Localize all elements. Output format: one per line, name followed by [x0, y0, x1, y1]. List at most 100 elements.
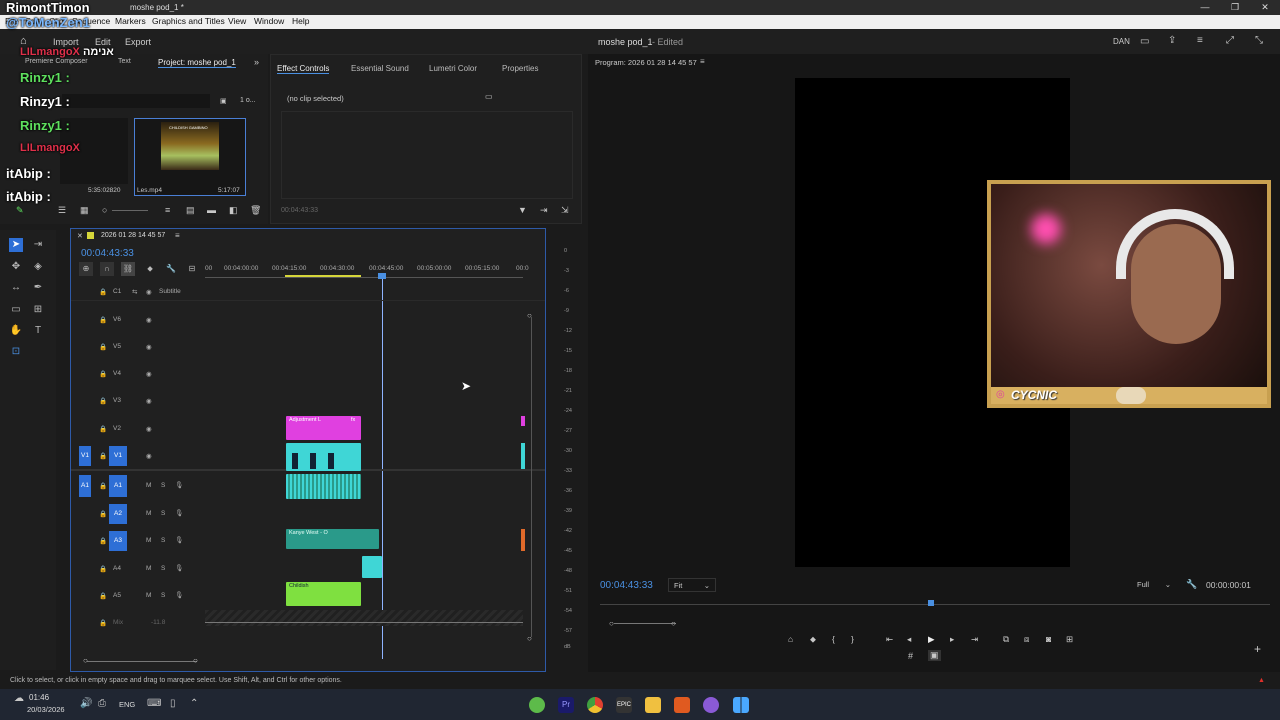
pen-tool-icon[interactable]: ✒ [31, 281, 45, 295]
go-to-in-icon[interactable]: ⇤ [886, 634, 893, 645]
lock-icon[interactable]: 🔒 [99, 482, 107, 490]
linked-selection-icon[interactable]: ⛓ [121, 262, 135, 276]
type-tool-icon[interactable]: T [31, 324, 45, 338]
work-area-bar[interactable] [285, 275, 361, 277]
add-marker-icon[interactable]: ⬥ [143, 262, 157, 276]
mic-icon[interactable]: 🎙 [175, 536, 183, 544]
lift-icon[interactable]: ⌂ [788, 634, 793, 644]
kanye-audio-clip[interactable]: Kanye West - O [286, 529, 379, 549]
track-id-v2[interactable]: V2 [113, 425, 121, 432]
safe-margins-icon[interactable]: # [908, 651, 913, 661]
eye-icon[interactable]: ◉ [146, 288, 152, 296]
solo-icon[interactable]: S [161, 482, 165, 489]
audio-clip-a4[interactable] [362, 556, 382, 578]
solo-icon[interactable]: S [161, 592, 165, 599]
discord-icon[interactable] [703, 697, 719, 713]
weather-icon[interactable]: ☁ [14, 693, 24, 704]
track-id-v5[interactable]: V5 [113, 343, 121, 350]
adjustment-layer-clip[interactable]: Adjustment L fx [286, 416, 361, 440]
audio-clip-a1[interactable] [286, 474, 361, 499]
export-frame-icon[interactable]: ⇥ [540, 205, 548, 216]
volume-icon[interactable]: 🔊 [80, 698, 92, 709]
timeline-timecode[interactable]: 00:04:43:33 [81, 248, 134, 259]
mute-icon[interactable]: M [146, 482, 151, 489]
track-id-a4[interactable]: A4 [113, 565, 121, 572]
minimize-button[interactable]: — [1190, 0, 1220, 15]
keyboard-icon[interactable]: ⌨ [147, 698, 161, 709]
battery-icon[interactable]: ▯ [170, 698, 176, 709]
track-id-a3[interactable]: A3 [109, 531, 127, 551]
tab-lumetri-color[interactable]: Lumetri Color [429, 64, 477, 73]
zoom-scroll-handle-right[interactable]: ○ [671, 619, 676, 628]
track-id-a1[interactable]: A1 [109, 475, 127, 497]
caption-tool-icon[interactable]: ⊡ [9, 345, 23, 359]
lock-icon[interactable]: 🔒 [99, 316, 107, 324]
track-select-icon[interactable]: ⇥ [31, 238, 45, 252]
vr-icon[interactable]: ▣ [928, 650, 941, 661]
chevron-right-icon[interactable]: » [254, 57, 259, 67]
childish-audio-clip[interactable]: Childish [286, 582, 361, 606]
track-id-v4[interactable]: V4 [113, 370, 121, 377]
camera-icon[interactable]: ◙ [1046, 634, 1051, 644]
program-ruler[interactable] [600, 604, 1270, 605]
settings-wrench-icon[interactable]: 🔧 [1186, 579, 1197, 590]
wrench-icon[interactable]: 🔧 [164, 262, 178, 276]
generative-icon[interactable]: ⊞ [31, 303, 45, 317]
sort-icon[interactable]: ≡ [165, 205, 170, 215]
source-v1[interactable]: V1 [79, 446, 91, 466]
nest-icon[interactable]: ⊕ [79, 262, 93, 276]
close-sequence-icon[interactable]: ✕ [77, 232, 83, 240]
mark-in-icon[interactable]: { [832, 634, 835, 644]
source-a1[interactable]: A1 [79, 475, 91, 497]
trash-icon[interactable]: 🗑 [250, 205, 261, 216]
clock-time[interactable]: 01:46 [29, 693, 49, 702]
track-id-c1[interactable]: C1 [113, 288, 121, 295]
track-id-v6[interactable]: V6 [113, 316, 121, 323]
add-button-icon[interactable]: + [1254, 642, 1261, 656]
program-playhead[interactable] [928, 600, 934, 606]
tab-properties[interactable]: Properties [502, 64, 538, 73]
new-bin-icon[interactable]: ▬ [207, 205, 216, 215]
share-icon[interactable]: ⇪ [1168, 35, 1176, 46]
horizontal-scrollbar[interactable] [87, 661, 197, 662]
selection-tool-icon[interactable]: ➤ [9, 238, 23, 252]
lock-icon[interactable]: 🔒 [99, 510, 107, 518]
filter-icon[interactable]: ▼ [518, 205, 527, 215]
snap-icon[interactable]: ∩ [100, 262, 114, 276]
go-to-out-icon[interactable]: ⇥ [971, 634, 978, 645]
mic-icon[interactable]: 🎙 [175, 481, 183, 489]
captions-icon[interactable]: ⊟ [185, 262, 199, 276]
video-clip-v1[interactable] [286, 443, 361, 471]
mic-icon[interactable]: 🎙 [175, 509, 183, 517]
overwrite-icon[interactable]: ⧈ [1024, 634, 1029, 645]
vertical-scrollbar[interactable] [531, 317, 532, 637]
maximize-button[interactable]: ❐ [1220, 0, 1250, 15]
track-id-a2[interactable]: A2 [109, 504, 127, 524]
menu-view[interactable]: View [228, 16, 246, 26]
track-id-v3[interactable]: V3 [113, 397, 121, 404]
panel-icon[interactable]: ▭ [1140, 36, 1149, 47]
razor-icon[interactable]: ◈ [31, 260, 45, 274]
menu-graphics[interactable]: Graphics and Titles [152, 16, 225, 26]
mark-out-icon[interactable]: } [851, 634, 854, 644]
project-item-les[interactable]: CHILDISH GAMBINO [134, 118, 246, 196]
windows-start-icon[interactable] [733, 697, 749, 713]
eye-icon[interactable]: ◉ [146, 316, 152, 324]
track-id-v1[interactable]: V1 [109, 446, 127, 466]
step-back-icon[interactable]: ◂ [907, 634, 911, 645]
mic-icon[interactable]: 🎙 [175, 591, 183, 599]
file-explorer-icon[interactable] [645, 697, 661, 713]
lock-icon[interactable]: 🔒 [99, 397, 107, 405]
clock-date[interactable]: 20/03/2026 [27, 705, 65, 714]
epic-icon[interactable]: EPIC [616, 697, 632, 713]
lock-icon[interactable]: 🔒 [99, 343, 107, 351]
tray-chevron-icon[interactable]: ⌃ [190, 698, 198, 709]
app-icon-orange[interactable] [674, 697, 690, 713]
lock-icon[interactable]: 🔒 [99, 592, 107, 600]
sync-icon[interactable]: ⇆ [132, 288, 137, 296]
hand-tool-icon[interactable]: ✋ [9, 324, 23, 338]
mic-icon[interactable]: 🎙 [175, 564, 183, 572]
quality-dropdown[interactable]: Full ⌄ [1134, 578, 1174, 592]
fit-dropdown[interactable]: Fit ⌄ [668, 578, 716, 592]
ripple-edit-icon[interactable]: ✥ [9, 260, 23, 274]
